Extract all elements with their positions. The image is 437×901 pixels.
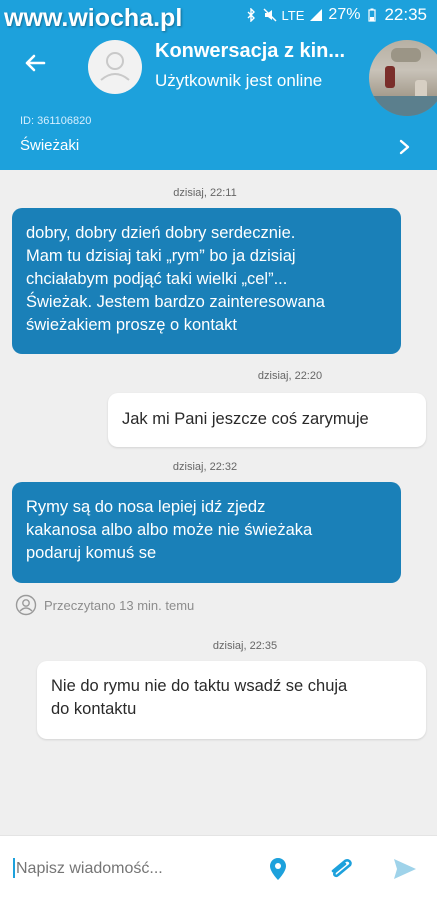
- ad-thumbnail[interactable]: [369, 40, 437, 116]
- message-incoming[interactable]: dobry, dobry dzień dobry serdecznie. Mam…: [12, 208, 401, 354]
- message-line: Świeżak. Jestem bardzo zainteresowana: [26, 293, 325, 311]
- message-line: świeżakiem proszę o kontakt: [26, 316, 237, 334]
- message-timestamp: dzisiaj, 22:11: [173, 187, 237, 199]
- message-outgoing[interactable]: Jak mi Pani jeszcze coś zarymuje: [108, 393, 426, 447]
- message-composer: [0, 835, 437, 901]
- battery-level: 27%: [328, 6, 361, 23]
- user-circle-icon: [15, 594, 37, 616]
- back-arrow-icon[interactable]: [20, 48, 50, 78]
- read-receipt: Przeczytano 13 min. temu: [15, 594, 194, 616]
- network-type: LTE: [281, 7, 305, 23]
- chevron-right-icon[interactable]: [397, 139, 411, 155]
- message-list[interactable]: dzisiaj, 22:11 dobry, dobry dzień dobry …: [0, 170, 437, 835]
- location-pin-icon[interactable]: [265, 856, 291, 882]
- online-status: Użytkownik jest online: [155, 71, 323, 90]
- message-timestamp: dzisiaj, 22:35: [212, 640, 278, 652]
- message-line: Rymy są do nosa lepiej idź zjedz: [26, 498, 266, 516]
- status-time: 22:35: [384, 5, 427, 24]
- send-icon[interactable]: [392, 856, 418, 882]
- status-bar: www.wiocha.pl LTE 27% 22:35: [0, 0, 437, 32]
- message-line: Jak mi Pani jeszcze coś zarymuje: [122, 410, 369, 428]
- status-right: LTE 27% 22:35: [244, 5, 427, 25]
- read-receipt-text: Przeczytano 13 min. temu: [44, 597, 195, 613]
- signal-icon: [310, 9, 323, 21]
- message-incoming[interactable]: Rymy są do nosa lepiej idź zjedz kakanos…: [12, 482, 401, 583]
- battery-icon: [368, 8, 377, 22]
- message-line: do kontaktu: [51, 700, 137, 718]
- person-icon: [100, 52, 130, 81]
- message-line: Nie do rymu nie do taktu wsadź se chuja: [51, 677, 348, 695]
- bluetooth-icon: [247, 8, 255, 22]
- message-line: dobry, dobry dzień dobry serdecznie.: [26, 224, 296, 242]
- message-line: podaruj komuś se: [26, 544, 157, 562]
- message-timestamp: dzisiaj, 22:20: [257, 370, 323, 382]
- mute-icon: [263, 8, 277, 22]
- conversation-title: Konwersacja z kin...: [155, 40, 346, 62]
- ad-id: ID: 361106820: [20, 115, 92, 127]
- message-input[interactable]: [14, 856, 248, 882]
- ad-title-link[interactable]: Świeżaki: [20, 137, 79, 154]
- contact-avatar[interactable]: [88, 40, 142, 94]
- message-timestamp: dzisiaj, 22:32: [172, 461, 238, 473]
- message-line: kakanosa albo albo może nie świeżaka: [26, 521, 313, 539]
- message-line: chciałabym podjąć taki wielki „cel”...: [26, 270, 288, 288]
- message-outgoing[interactable]: Nie do rymu nie do taktu wsadź se chuja …: [37, 661, 426, 739]
- conversation-header: www.wiocha.pl LTE 27% 22:35 Konwersacja …: [0, 0, 437, 170]
- watermark: www.wiocha.pl: [4, 4, 183, 32]
- paperclip-icon[interactable]: [327, 856, 357, 882]
- message-line: Mam tu dzisiaj taki „rym” bo ja dzisiaj: [26, 247, 296, 265]
